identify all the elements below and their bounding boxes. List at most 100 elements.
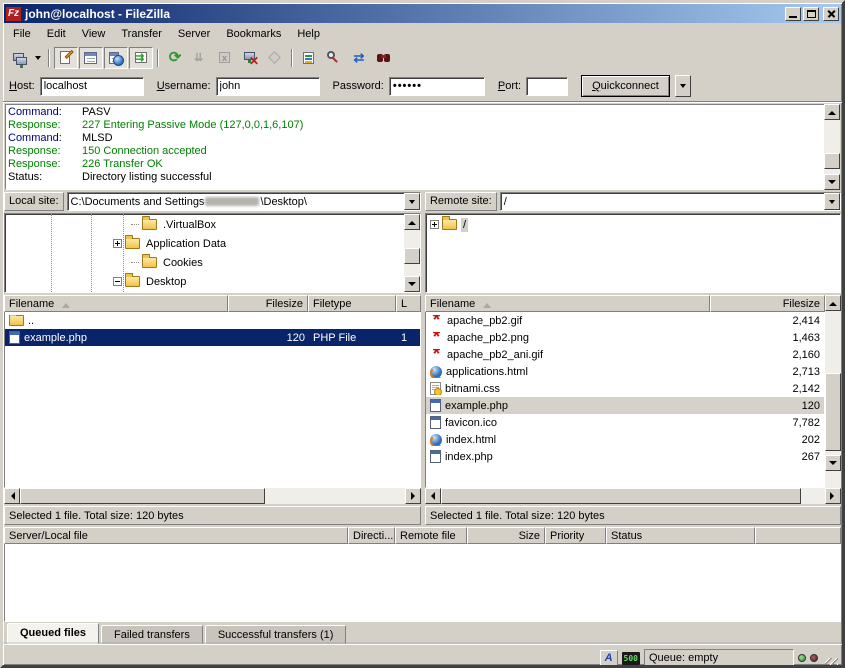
quickconnect-button[interactable]: Quickconnect xyxy=(581,75,670,97)
tree-item-cookies[interactable]: Cookies xyxy=(5,253,404,272)
resize-grip[interactable] xyxy=(825,658,838,668)
column-filename[interactable]: Filename xyxy=(4,295,228,312)
column-status[interactable]: Status xyxy=(606,527,755,544)
local-file-list[interactable]: .. example.php 120 PHP File 1 xyxy=(4,312,421,488)
minimize-button[interactable] xyxy=(785,7,801,21)
quickconnect-dropdown[interactable] xyxy=(675,75,691,97)
scroll-thumb[interactable] xyxy=(404,248,420,264)
menu-file[interactable]: File xyxy=(5,25,39,43)
remote-file-list[interactable]: *apache_pb2.gif2,414 *apache_pb2.png1,46… xyxy=(425,312,825,488)
column-filetype[interactable]: Filetype xyxy=(308,295,396,312)
file-row[interactable]: index.php267 xyxy=(426,448,824,465)
scroll-up-icon[interactable] xyxy=(824,104,840,120)
maximize-button[interactable] xyxy=(803,7,819,21)
log-line: Response:150 Connection accepted xyxy=(8,145,824,158)
password-input[interactable] xyxy=(389,77,485,96)
column-filesize[interactable]: Filesize xyxy=(710,295,825,312)
tab-queued-files[interactable]: Queued files xyxy=(7,623,99,644)
menu-server[interactable]: Server xyxy=(170,25,218,43)
column-size[interactable]: Size xyxy=(467,527,545,544)
column-server-local-file[interactable]: Server/Local file xyxy=(4,527,348,544)
queue-body[interactable] xyxy=(4,544,841,622)
menu-edit[interactable]: Edit xyxy=(39,25,74,43)
disconnect-icon[interactable]: ✕ xyxy=(238,47,262,69)
log-scrollbar[interactable] xyxy=(824,104,840,190)
menu-bar: File Edit View Transfer Server Bookmarks… xyxy=(3,24,842,44)
file-row[interactable]: *apache_pb2_ani.gif2,160 xyxy=(426,346,824,363)
column-last-modified[interactable]: L xyxy=(396,295,421,312)
maximize-icon xyxy=(807,10,816,18)
toggle-remote-tree-icon[interactable] xyxy=(104,47,128,69)
scroll-up-icon[interactable] xyxy=(404,214,420,230)
file-row[interactable]: favicon.ico7,782 xyxy=(426,414,824,431)
menu-transfer[interactable]: Transfer xyxy=(113,25,170,43)
toggle-transfer-queue-icon[interactable]: ⇉ xyxy=(129,47,153,69)
close-button[interactable] xyxy=(823,7,839,21)
scroll-thumb[interactable] xyxy=(824,153,840,169)
scroll-right-icon[interactable] xyxy=(825,488,841,504)
tab-failed-transfers[interactable]: Failed transfers xyxy=(101,625,203,644)
remote-site-combo[interactable]: / xyxy=(500,192,841,211)
scroll-down-icon[interactable] xyxy=(824,174,840,190)
port-input[interactable] xyxy=(526,77,568,96)
file-row-selected[interactable]: example.php120 xyxy=(426,397,824,414)
menu-view[interactable]: View xyxy=(74,25,114,43)
tree-item-application-data[interactable]: Application Data xyxy=(5,234,404,253)
column-filesize[interactable]: Filesize xyxy=(228,295,308,312)
title-bar[interactable]: Fz john@localhost - FileZilla xyxy=(4,4,841,23)
sort-ascending-icon xyxy=(483,299,491,308)
directory-comparison-icon[interactable] xyxy=(322,47,346,69)
scroll-down-icon[interactable] xyxy=(404,276,420,292)
synchronized-browsing-icon[interactable]: ⇄ xyxy=(347,47,371,69)
scroll-right-icon[interactable] xyxy=(405,488,421,504)
file-row[interactable]: *apache_pb2.png1,463 xyxy=(426,329,824,346)
scroll-thumb[interactable] xyxy=(441,488,801,504)
column-priority[interactable]: Priority xyxy=(545,527,606,544)
html-file-icon xyxy=(430,366,442,378)
expand-plus-icon[interactable] xyxy=(113,239,122,248)
scroll-left-icon[interactable] xyxy=(4,488,20,504)
scroll-thumb[interactable] xyxy=(825,373,841,451)
column-filename[interactable]: Filename xyxy=(425,295,710,312)
file-row[interactable]: bitnami.css2,142 xyxy=(426,380,824,397)
local-site-combo[interactable]: C:\Documents and Settings\Desktop\ xyxy=(67,192,421,211)
column-remote-file[interactable]: Remote file xyxy=(395,527,467,544)
sort-ascending-icon xyxy=(62,299,70,308)
local-tree-scrollbar[interactable] xyxy=(404,214,420,292)
scroll-thumb[interactable] xyxy=(20,488,265,504)
username-input[interactable] xyxy=(216,77,320,96)
activity-led-red xyxy=(810,654,818,662)
scroll-down-icon[interactable] xyxy=(825,455,841,471)
directory-listing-filters-icon[interactable] xyxy=(297,47,321,69)
site-manager-icon[interactable] xyxy=(7,47,31,69)
tree-item-virtualbox[interactable]: .VirtualBox xyxy=(5,215,404,234)
tree-item-desktop[interactable]: Desktop xyxy=(5,272,404,291)
file-row-parent-dir[interactable]: .. xyxy=(5,312,420,329)
file-row[interactable]: applications.html2,713 xyxy=(426,363,824,380)
menu-help[interactable]: Help xyxy=(289,25,328,43)
refresh-icon[interactable]: ⟳ xyxy=(163,47,187,69)
scroll-left-icon[interactable] xyxy=(425,488,441,504)
local-site-dropdown[interactable] xyxy=(404,193,420,210)
main-split: Local site: C:\Documents and Settings\De… xyxy=(3,192,842,525)
host-input[interactable] xyxy=(40,77,144,96)
remote-list-scrollbar[interactable] xyxy=(825,295,841,488)
tree-item-root[interactable]: / xyxy=(426,215,840,234)
collapse-minus-icon[interactable] xyxy=(113,277,122,286)
file-row[interactable]: index.html202 xyxy=(426,431,824,448)
tab-successful-transfers[interactable]: Successful transfers (1) xyxy=(205,625,347,644)
toggle-local-tree-icon[interactable] xyxy=(79,47,103,69)
remote-hscrollbar[interactable] xyxy=(425,488,841,504)
find-files-icon[interactable] xyxy=(372,47,396,69)
toggle-message-log-icon[interactable] xyxy=(54,47,78,69)
site-manager-dropdown[interactable] xyxy=(32,47,44,69)
file-row-example-php[interactable]: example.php 120 PHP File 1 xyxy=(5,329,420,346)
expand-plus-icon[interactable] xyxy=(430,220,439,229)
scroll-up-icon[interactable] xyxy=(825,295,841,311)
file-row[interactable]: *apache_pb2.gif2,414 xyxy=(426,312,824,329)
menu-bookmarks[interactable]: Bookmarks xyxy=(218,25,289,43)
local-hscrollbar[interactable] xyxy=(4,488,421,504)
php-file-icon xyxy=(430,450,441,463)
remote-site-dropdown[interactable] xyxy=(824,193,840,210)
column-direction[interactable]: Directi... xyxy=(348,527,395,544)
